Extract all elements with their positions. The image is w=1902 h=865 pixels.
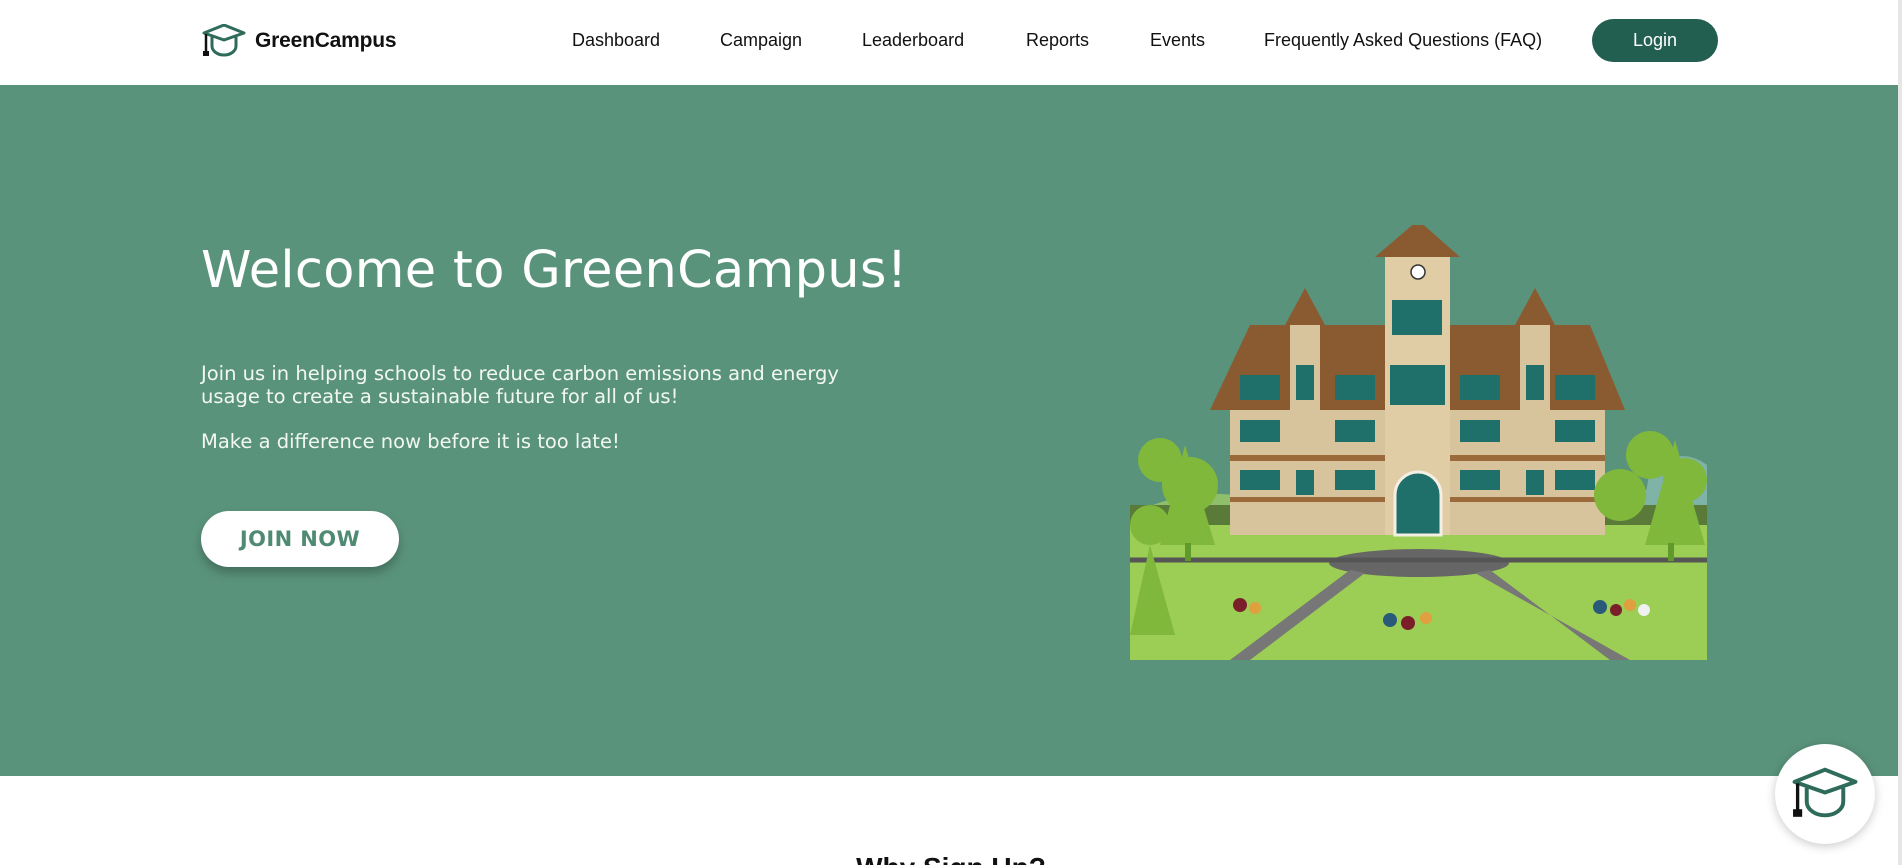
hero-section: Welcome to GreenCampus! Join us in helpi… — [0, 85, 1902, 776]
nav-item-faq[interactable]: Frequently Asked Questions (FAQ) — [1264, 30, 1542, 51]
section-title-why-sign-up: Why Sign Up? — [0, 852, 1902, 865]
brand[interactable]: GreenCampus — [201, 24, 397, 58]
hero-tagline: Make a difference now before it is too l… — [201, 430, 620, 453]
hero-paragraph: Join us in helping schools to reduce car… — [201, 362, 839, 408]
top-navbar: GreenCampus Dashboard Campaign Leaderboa… — [0, 0, 1902, 85]
nav-item-events[interactable]: Events — [1150, 30, 1205, 51]
graduation-cap-icon — [1792, 767, 1858, 818]
nav-item-campaign[interactable]: Campaign — [720, 30, 802, 51]
graduation-cap-icon — [202, 24, 246, 57]
chatbot-button[interactable] — [1775, 744, 1875, 844]
brand-name: GreenCampus — [255, 29, 397, 52]
campus-building-illustration — [1130, 225, 1707, 660]
nav-item-dashboard[interactable]: Dashboard — [572, 30, 660, 51]
login-button[interactable]: Login — [1592, 19, 1718, 62]
page-scrollbar[interactable] — [1898, 0, 1902, 865]
nav-item-leaderboard[interactable]: Leaderboard — [862, 30, 964, 51]
nav-item-reports[interactable]: Reports — [1026, 30, 1089, 51]
join-now-button[interactable]: JOIN NOW — [201, 511, 399, 567]
hero-title: Welcome to GreenCampus! — [201, 241, 908, 300]
